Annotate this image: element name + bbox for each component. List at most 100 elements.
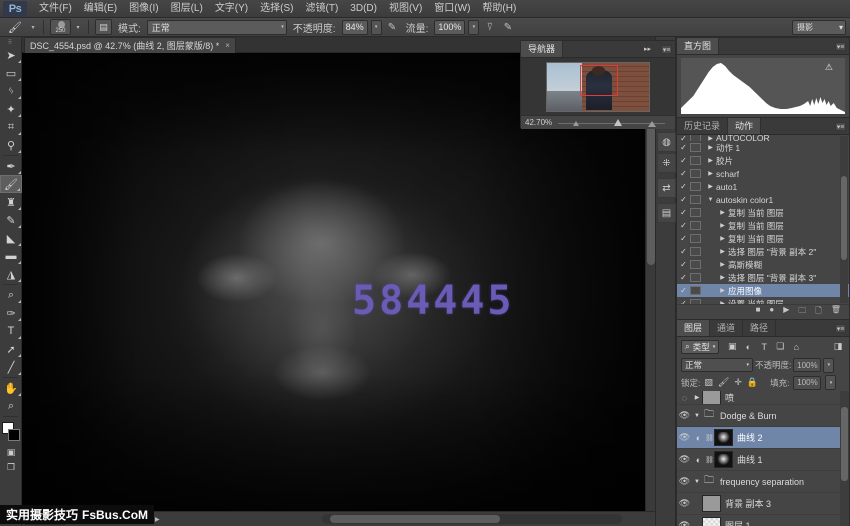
actions-menu-icon[interactable]: ▾≡ — [835, 122, 846, 131]
tab-channels[interactable]: 通道 — [710, 320, 743, 336]
color-dock-icon[interactable]: ◍ — [657, 132, 676, 152]
opacity-stepper[interactable]: ▾ — [371, 20, 382, 35]
type-tool[interactable]: T — [0, 322, 22, 340]
layer-filter-type-select[interactable]: ⌕ 类型 ▾ — [681, 340, 719, 354]
properties-dock-icon[interactable]: ▤ — [657, 203, 676, 223]
layers-scroll-thumb[interactable] — [841, 407, 848, 481]
layer-visibility-eye-icon[interactable]: 👁 — [677, 498, 692, 509]
filter-shape-icon[interactable]: ❏ — [773, 340, 787, 354]
eraser-tool[interactable]: ◣ — [0, 229, 22, 247]
brush-size-preview[interactable]: 250 — [50, 19, 71, 35]
action-dialog-toggle-icon[interactable] — [690, 299, 701, 304]
action-row[interactable]: ✓▼autoskin color1 — [677, 193, 849, 206]
action-row[interactable]: ✓▶高斯模糊 — [677, 258, 849, 271]
action-dialog-toggle-icon[interactable] — [690, 234, 701, 243]
chevron-right-icon[interactable]: ▶ — [705, 170, 716, 177]
navigator-menu-icon[interactable]: ▾≡ — [661, 45, 672, 54]
action-dialog-toggle-icon[interactable] — [690, 273, 701, 282]
tab-paths[interactable]: 路径 — [743, 320, 776, 336]
action-enabled-checkmark-icon[interactable]: ✓ — [677, 169, 690, 178]
action-row[interactable]: ✓▶复制 当前 图层 — [677, 232, 849, 245]
layer-visibility-eye-icon[interactable]: 👁 — [677, 410, 692, 421]
zoom-out-icon[interactable] — [573, 121, 579, 126]
tab-navigator[interactable]: 导航器 — [521, 41, 563, 57]
layer-visibility-eye-icon[interactable]: 👁 — [677, 520, 692, 526]
action-enabled-checkmark-icon[interactable]: ✓ — [677, 208, 690, 217]
brush-preset-chevron-icon[interactable]: ▾ — [29, 21, 37, 34]
history-brush-tool[interactable]: ✎ — [0, 211, 22, 229]
action-enabled-checkmark-icon[interactable]: ✓ — [677, 299, 690, 304]
menu-item-1[interactable]: 编辑(E) — [78, 0, 123, 18]
action-row[interactable]: ✓▶应用图像 — [677, 284, 849, 297]
status-menu-arrow-icon[interactable]: ▶ — [155, 516, 160, 523]
chevron-right-icon[interactable]: ▶ — [717, 235, 728, 242]
chevron-right-icon[interactable]: ▶ — [717, 209, 728, 216]
layers-menu-icon[interactable]: ▾≡ — [835, 324, 846, 333]
brush-tool-icon[interactable]: 🖌 — [4, 20, 26, 35]
lasso-tool[interactable]: ᛃ — [0, 82, 22, 100]
action-dialog-toggle-icon[interactable] — [690, 182, 701, 191]
opacity-input[interactable]: 84% — [342, 20, 368, 35]
clone-stamp-tool[interactable]: ♜ — [0, 193, 22, 211]
eyedropper-tool[interactable]: ⚲ — [0, 136, 22, 154]
brush-panel-toggle-button[interactable]: ▤ — [95, 19, 112, 35]
navigator-collapse-icon[interactable]: ▸▸ — [644, 45, 651, 53]
layer-thumbnail[interactable] — [702, 495, 721, 512]
menu-item-8[interactable]: 视图(V) — [383, 0, 428, 18]
chevron-right-icon[interactable]: ▶ — [717, 274, 728, 281]
layer-blend-mode-select[interactable]: 正常 ▾ — [681, 358, 753, 372]
chevron-right-icon[interactable]: ▶ — [705, 183, 716, 190]
opacity-pressure-icon[interactable]: ✎ — [385, 20, 400, 35]
filter-type-icon[interactable]: T — [757, 340, 771, 354]
lock-position-icon[interactable]: ✛ — [734, 377, 742, 388]
frequency-separation-group[interactable]: 👁▼🗀frequency separation — [677, 471, 849, 493]
filter-pixel-icon[interactable]: ▣ — [725, 340, 739, 354]
action-dialog-toggle-icon[interactable] — [690, 286, 701, 295]
brush-tool[interactable]: 🖌 — [0, 175, 22, 193]
tab-layers[interactable]: 图层 — [677, 320, 710, 336]
color-swatches[interactable] — [0, 421, 22, 445]
actions-scrollbar[interactable] — [840, 136, 848, 303]
record-icon[interactable]: ● — [769, 305, 774, 319]
histogram-menu-icon[interactable]: ▾≡ — [835, 42, 846, 51]
pen-tool[interactable]: ✑ — [0, 304, 22, 322]
action-row[interactable]: ✓▶选择 图层 "背景 副本 2" — [677, 245, 849, 258]
action-row[interactable]: ✓▶scharf — [677, 167, 849, 180]
actions-list[interactable]: ✓▶AUTOCOLOR✓▶动作 1✓▶胶片✓▶scharf✓▶auto1✓▼au… — [677, 135, 849, 304]
action-enabled-checkmark-icon[interactable]: ✓ — [677, 260, 690, 269]
chevron-right-icon[interactable]: ▶ — [705, 144, 716, 151]
curves-2-layer[interactable]: 👁◐⛓曲线 2 — [677, 427, 849, 449]
chevron-down-icon[interactable]: ▼ — [692, 413, 702, 419]
layer-mask-thumbnail[interactable] — [714, 429, 733, 446]
swatches-dock-icon[interactable]: ⁜ — [657, 153, 676, 173]
action-dialog-toggle-icon[interactable] — [690, 156, 701, 165]
chevron-right-icon[interactable]: ▶ — [717, 248, 728, 255]
action-dialog-toggle-icon[interactable] — [690, 208, 701, 217]
action-row[interactable]: ✓▶设置 当前 图层 — [677, 297, 849, 304]
lock-all-icon[interactable]: 🔒 — [747, 377, 758, 388]
action-dialog-toggle-icon[interactable] — [690, 169, 701, 178]
pressure-icon[interactable]: ✎ — [500, 20, 515, 35]
action-enabled-checkmark-icon[interactable]: ✓ — [677, 247, 690, 256]
crop-tool[interactable]: ⌗ — [0, 118, 22, 136]
action-enabled-checkmark-icon[interactable]: ✓ — [677, 135, 690, 141]
action-row[interactable]: ✓▶复制 当前 图层 — [677, 206, 849, 219]
lock-transparent-icon[interactable]: ▨ — [704, 377, 713, 388]
chevron-right-icon[interactable]: ▶ — [705, 135, 716, 141]
background-color-swatch[interactable] — [8, 429, 20, 441]
layer-fill-stepper[interactable]: ▾ — [825, 375, 836, 390]
layers-scrollbar[interactable] — [840, 391, 849, 526]
move-tool[interactable]: ➤ — [0, 46, 22, 64]
canvas-horizontal-scrollbar[interactable] — [322, 514, 622, 524]
layer-filter-toggle-icon[interactable]: ◨ — [831, 340, 845, 354]
mask-row[interactable]: ◌▶喷 — [677, 391, 849, 405]
mask-link-icon[interactable]: ⛓ — [705, 434, 714, 442]
action-enabled-checkmark-icon[interactable]: ✓ — [677, 156, 690, 165]
curves-1-layer[interactable]: 👁◐⛓曲线 1 — [677, 449, 849, 471]
navigator-zoom-slider[interactable] — [558, 118, 665, 128]
zoom-in-icon[interactable] — [648, 121, 656, 127]
hand-tool[interactable]: ✋ — [0, 379, 22, 397]
action-row[interactable]: ✓▶胶片 — [677, 154, 849, 167]
lock-image-icon[interactable]: 🖌 — [718, 377, 729, 388]
filter-smart-icon[interactable]: ⌂ — [789, 340, 803, 354]
